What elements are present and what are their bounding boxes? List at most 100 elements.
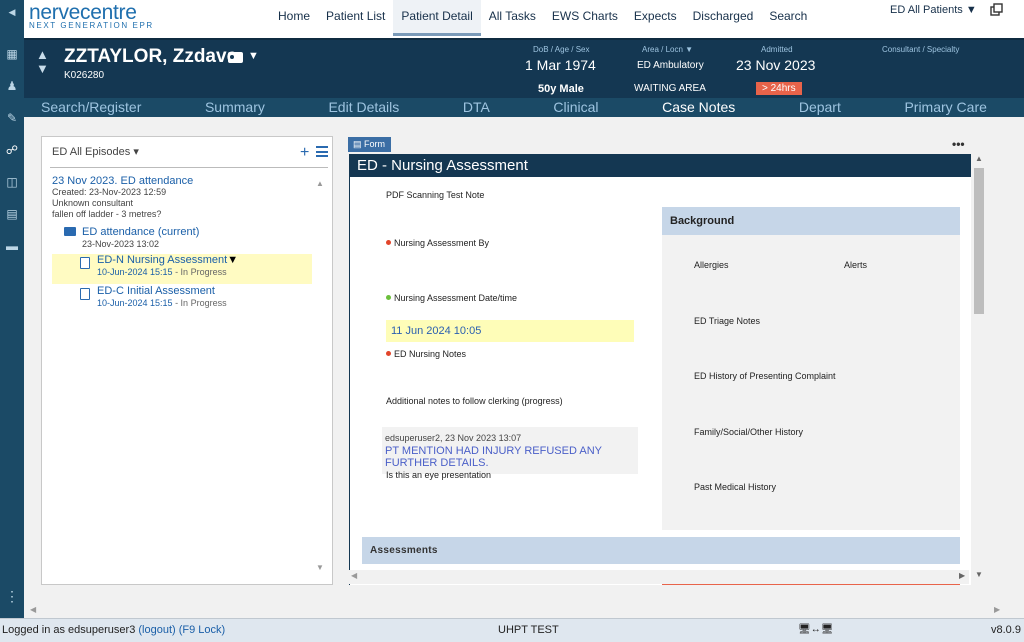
menu-icon[interactable]	[316, 146, 328, 157]
page-hscrollbar[interactable]: ◀ ▶	[24, 603, 1024, 618]
scroll-thumb[interactable]	[974, 168, 984, 314]
q-alerts: Alerts	[844, 260, 868, 270]
background-panel: Background Allergies Alerts ED Triage No…	[662, 207, 960, 530]
top-bar: nervecentre NEXT GENERATION EPR Home Pat…	[24, 0, 1024, 38]
nav-search[interactable]: Search	[761, 0, 815, 36]
document-title[interactable]: ED-N Nursing Assessment▼	[97, 254, 238, 266]
document-row-initial[interactable]: ED-C Initial Assessment 10-Jun-2024 15:1…	[52, 285, 312, 315]
q-assessment-datetime: Nursing Assessment Date/time	[386, 293, 517, 303]
area-label[interactable]: Area / Locn ▼	[642, 45, 693, 54]
scroll-left-icon[interactable]: ◀	[30, 605, 36, 614]
workflow-icon[interactable]: ☍	[4, 142, 20, 158]
form-title: ED - Nursing Assessment	[349, 154, 971, 177]
patient-nav-arrows: ▲ ▼	[36, 48, 49, 76]
scroll-down-icon[interactable]: ▼	[975, 570, 983, 579]
datetime-field[interactable]: 11 Jun 2024 10:05	[386, 320, 634, 342]
scroll-up-icon[interactable]: ▲	[975, 154, 983, 163]
tab-primary-care[interactable]: Primary Care	[904, 98, 986, 117]
form-scrollbar[interactable]: ▲ ▼	[971, 154, 987, 585]
nav-expects[interactable]: Expects	[626, 0, 685, 36]
next-patient-icon[interactable]: ▼	[36, 62, 49, 76]
q-nursing-notes: ED Nursing Notes	[386, 349, 466, 359]
form-more-icon[interactable]: •••	[952, 137, 965, 151]
nav-patient-list[interactable]: Patient List	[318, 0, 393, 36]
scroll-down-icon[interactable]: ▼	[316, 563, 324, 572]
status-bar: Logged in as edsuperuser3 (logout) (F9 L…	[0, 618, 1024, 642]
scroll-right-icon[interactable]: ▶	[994, 605, 1000, 614]
episode-title[interactable]: 23 Nov 2023. ED attendance	[52, 175, 314, 187]
area-value: ED Ambulatory	[637, 60, 704, 71]
tools-icon[interactable]: ✎	[4, 110, 20, 126]
overdue-badge: > 24hrs	[756, 82, 802, 95]
patient-tabs: Search/Register Summary Edit Details DTA…	[24, 98, 1024, 117]
patient-name: ZZTAYLOR, Zzdave	[64, 46, 238, 67]
q-presenting-complaint: ED History of Presenting Complaint	[694, 371, 836, 381]
tab-summary[interactable]: Summary	[205, 98, 265, 117]
tab-edit-details[interactable]: Edit Details	[328, 98, 399, 117]
nav-discharged[interactable]: Discharged	[685, 0, 762, 36]
patient-menu-caret-icon[interactable]: ▼	[248, 50, 259, 62]
dob-label: DoB / Age / Sex	[533, 45, 590, 54]
document-title[interactable]: ED-C Initial Assessment	[97, 285, 215, 297]
lock-link[interactable]: (F9 Lock)	[179, 624, 225, 636]
content-area: ED All Episodes ▾ + 23 Nov 2023. ED atte…	[24, 117, 1024, 618]
q-eye-presentation: Is this an eye presentation	[386, 470, 492, 480]
prev-patient-icon[interactable]: ▲	[36, 48, 49, 62]
attendance-date: 23-Nov-2023 13:02	[82, 239, 160, 249]
document-status: 10-Jun-2024 15:15 - In Progress	[97, 298, 227, 308]
id-card-icon[interactable]	[228, 52, 243, 63]
q-past-medical: Past Medical History	[694, 482, 777, 492]
dual-monitor-icon[interactable]: 🖥↔🖥	[798, 619, 833, 641]
required-dot-icon	[386, 240, 391, 245]
scroll-left-icon[interactable]: ◀	[351, 571, 357, 580]
hospital-icon[interactable]: ▦	[4, 46, 20, 62]
admitted-label: Admitted	[761, 45, 793, 54]
patient-banner: ▲ ▼ ZZTAYLOR, Zzdave ▼ K026280 DoB / Age…	[24, 38, 1024, 98]
form-tag[interactable]: ▤ Form	[348, 137, 392, 152]
nav-all-tasks[interactable]: All Tasks	[481, 0, 544, 36]
nurse-icon[interactable]: ♟	[4, 78, 20, 94]
patient-number: K026280	[64, 70, 105, 81]
q-allergies: Allergies	[694, 260, 729, 270]
document-row-nursing[interactable]: ED-N Nursing Assessment▼ 10-Jun-2024 15:…	[52, 254, 312, 284]
form-panel: ED - Nursing Assessment PDF Scanning Tes…	[349, 154, 971, 585]
add-icon[interactable]: +	[300, 144, 309, 162]
q-pdf-scanning: PDF Scanning Test Note	[386, 190, 485, 200]
age-sex-value: 50y Male	[538, 83, 584, 95]
tab-case-notes[interactable]: Case Notes	[662, 98, 735, 117]
q-family-social: Family/Social/Other History	[694, 427, 804, 437]
version: v8.0.9	[991, 624, 1021, 636]
q-assessment-by: Nursing Assessment By	[386, 238, 489, 248]
tab-dta[interactable]: DTA	[463, 98, 490, 117]
scroll-right-icon[interactable]: ▶	[959, 571, 965, 580]
dob-value: 1 Mar 1974	[525, 57, 596, 73]
document-icon	[80, 288, 90, 300]
complete-dot-icon	[386, 295, 391, 300]
nav-ews-charts[interactable]: EWS Charts	[544, 0, 626, 36]
ward-selector[interactable]: ED All Patients ▼	[890, 4, 977, 16]
archive-icon[interactable]: ◫	[4, 174, 20, 190]
tab-depart[interactable]: Depart	[799, 98, 841, 117]
nav-patient-detail[interactable]: Patient Detail	[393, 0, 481, 36]
document-icon	[80, 257, 90, 269]
app-root: ◀ ▦ ♟ ✎ ☍ ◫ ▤ ▬ ⋮ nervecentre NEXT GENER…	[0, 0, 1024, 642]
episodes-scrollbar[interactable]: ▲ ▼	[314, 175, 326, 579]
popout-window-icon[interactable]	[990, 3, 1004, 17]
clipboard-icon[interactable]: ▤	[4, 206, 20, 222]
tab-clinical[interactable]: Clinical	[553, 98, 598, 117]
attendance-title[interactable]: ED attendance (current)	[82, 226, 199, 238]
bed-icon[interactable]: ▬	[4, 238, 20, 254]
tab-search-register[interactable]: Search/Register	[41, 98, 141, 117]
form-hscrollbar[interactable]: ◀ ▶	[349, 570, 969, 584]
more-vertical-icon[interactable]: ⋮	[4, 588, 20, 604]
episodes-filter[interactable]: ED All Episodes ▾	[52, 145, 139, 158]
note-text: PT MENTION HAD INJURY REFUSED ANY FURTHE…	[385, 445, 602, 469]
nav-home[interactable]: Home	[270, 0, 318, 36]
collapse-arrow-icon[interactable]: ◀	[4, 4, 20, 20]
form-icon: ▤	[353, 139, 365, 149]
progress-note[interactable]: edsuperuser2, 23 Nov 2023 13:07 PT MENTI…	[382, 427, 638, 474]
episodes-panel: ED All Episodes ▾ + 23 Nov 2023. ED atte…	[41, 136, 333, 585]
scroll-up-icon[interactable]: ▲	[316, 179, 324, 188]
logout-link[interactable]: (logout)	[138, 624, 175, 636]
episode-consultant: Unknown consultant	[52, 198, 134, 208]
